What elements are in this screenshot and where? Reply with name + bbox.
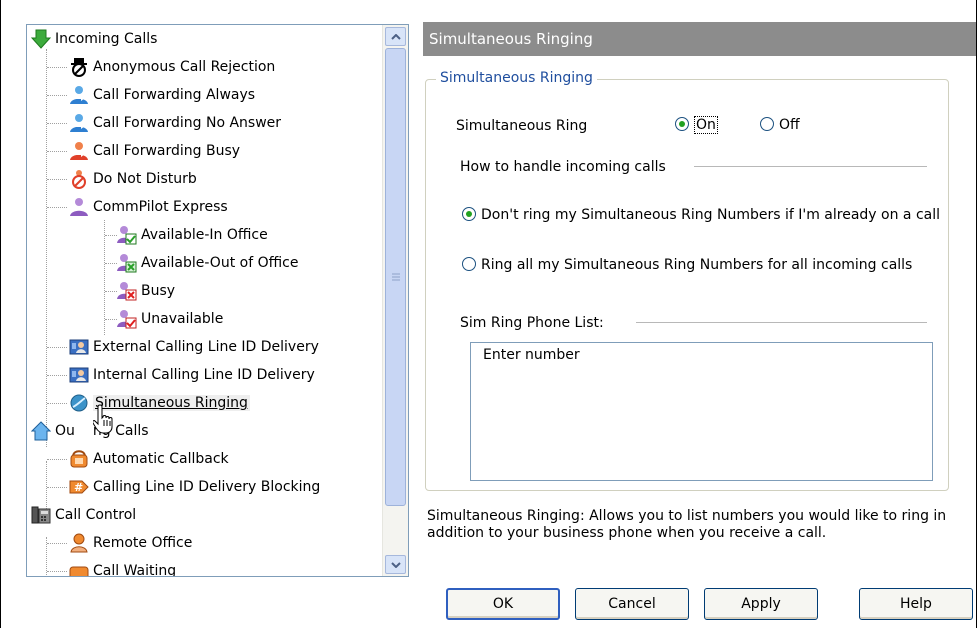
radio-off-icon bbox=[760, 117, 774, 131]
profile-check-icon bbox=[117, 225, 137, 245]
call-waiting-icon bbox=[69, 561, 89, 576]
tree-item-label: Available-Out of Office bbox=[141, 255, 299, 271]
tree-content: Incoming Calls Anonymous Call Rejection … bbox=[27, 25, 382, 576]
callback-phone-icon bbox=[69, 449, 89, 469]
help-button[interactable]: Help bbox=[859, 588, 973, 620]
group-title: Simultaneous Ringing bbox=[436, 70, 597, 86]
tree-item-call-forwarding-always[interactable]: Call Forwarding Always bbox=[47, 82, 256, 108]
tree-scrollbar[interactable] bbox=[382, 25, 408, 576]
svg-text:#: # bbox=[74, 481, 83, 494]
tree-item-do-not-disturb[interactable]: Do Not Disturb bbox=[47, 166, 197, 192]
tree-item-label: CommPilot Express bbox=[93, 199, 228, 215]
tree-item-call-waiting[interactable]: Call Waiting bbox=[47, 558, 177, 576]
tree-item-available-out-of-office[interactable]: Available-Out of Office bbox=[101, 250, 298, 276]
profile-out-icon bbox=[117, 253, 137, 273]
handle-calls-label: How to handle incoming calls bbox=[460, 159, 666, 175]
tree-item-outgoing-calls[interactable]: Ou ng Calls bbox=[30, 418, 149, 444]
hash-block-icon: # bbox=[69, 477, 89, 497]
tree-item-label: Busy bbox=[141, 283, 176, 299]
tree-item-label: Automatic Callback bbox=[93, 451, 229, 467]
do-not-disturb-icon bbox=[69, 169, 89, 189]
tree-item-label: Call Forwarding Always bbox=[93, 87, 256, 103]
panel-header: Simultaneous Ringing bbox=[423, 22, 976, 56]
desk-phone-icon bbox=[31, 505, 51, 525]
tree-item-label: Incoming Calls bbox=[55, 31, 158, 47]
remote-office-icon bbox=[69, 533, 89, 553]
apply-button[interactable]: Apply bbox=[704, 588, 818, 620]
blue-house-icon bbox=[30, 421, 52, 441]
profile-unavailable-icon bbox=[117, 309, 137, 329]
radio-on-icon bbox=[675, 117, 689, 131]
tree-item-automatic-callback[interactable]: Automatic Callback bbox=[47, 446, 229, 472]
phone-list-textarea[interactable]: Enter number bbox=[470, 342, 933, 481]
tree-item-label: Call Forwarding No Answer bbox=[93, 115, 282, 131]
separator-line bbox=[636, 322, 927, 323]
user-purple-icon bbox=[69, 197, 89, 217]
option-ring-all-radio[interactable]: Ring all my Simultaneous Ring Numbers fo… bbox=[462, 257, 912, 273]
user-busy-icon bbox=[69, 141, 89, 161]
hand-cursor-icon bbox=[92, 403, 117, 439]
phone-list-text: Enter number bbox=[483, 347, 580, 363]
tree-item-external-clid-delivery[interactable]: External Calling Line ID Delivery bbox=[47, 334, 319, 360]
option-no-ring-radio[interactable]: Don't ring my Simultaneous Ring Numbers … bbox=[462, 207, 940, 223]
user-forward-icon bbox=[69, 85, 89, 105]
ok-button[interactable]: OK bbox=[446, 588, 560, 620]
tree-item-busy[interactable]: Busy bbox=[101, 278, 175, 304]
tree-item-unavailable[interactable]: Unavailable bbox=[101, 306, 223, 332]
tree-item-label: Unavailable bbox=[141, 311, 224, 327]
tree-item-label: Remote Office bbox=[93, 535, 193, 551]
tree-item-label: Do Not Disturb bbox=[93, 171, 197, 187]
scroll-thumb[interactable] bbox=[385, 48, 406, 506]
user-forward-icon bbox=[69, 113, 89, 133]
globe-icon bbox=[69, 393, 89, 413]
sim-ring-label: Simultaneous Ring bbox=[456, 118, 588, 134]
cancel-button[interactable]: Cancel bbox=[575, 588, 689, 620]
phone-list-label: Sim Ring Phone List: bbox=[460, 315, 604, 331]
tree-item-label: Call Control bbox=[55, 507, 137, 523]
tree-item-call-forwarding-busy[interactable]: Call Forwarding Busy bbox=[47, 138, 241, 164]
chevron-down-icon bbox=[390, 561, 401, 568]
sim-ring-off-radio[interactable]: Off bbox=[760, 117, 800, 133]
tree-item-commpilot-express[interactable]: CommPilot Express bbox=[47, 194, 228, 220]
tree-item-label: External Calling Line ID Delivery bbox=[93, 339, 319, 355]
separator-line bbox=[694, 166, 927, 167]
radio-unselected-icon bbox=[462, 257, 476, 271]
id-card-icon bbox=[69, 365, 89, 385]
chevron-up-icon bbox=[390, 33, 401, 40]
tree-item-label: Anonymous Call Rejection bbox=[93, 59, 276, 75]
tree-line bbox=[46, 49, 47, 447]
scroll-down-button[interactable] bbox=[385, 555, 406, 574]
tree-item-internal-clid-delivery[interactable]: Internal Calling Line ID Delivery bbox=[47, 362, 315, 388]
tree-item-incoming-calls[interactable]: Incoming Calls bbox=[30, 26, 158, 52]
tree-item-remote-office[interactable]: Remote Office bbox=[47, 530, 193, 556]
description-text: Simultaneous Ringing: Allows you to list… bbox=[427, 508, 947, 541]
grip-icon bbox=[391, 273, 400, 281]
radio-selected-icon bbox=[462, 207, 476, 221]
green-down-arrow-icon bbox=[30, 29, 52, 49]
tree-item-call-forwarding-no-answer[interactable]: Call Forwarding No Answer bbox=[47, 110, 282, 136]
tree-item-label: Calling Line ID Delivery Blocking bbox=[93, 479, 321, 495]
id-card-icon bbox=[69, 337, 89, 357]
tree-item-label: Internal Calling Line ID Delivery bbox=[93, 367, 315, 383]
tree-item-call-control[interactable]: Call Control bbox=[31, 502, 136, 528]
anonymous-icon bbox=[69, 57, 89, 77]
scroll-up-button[interactable] bbox=[385, 27, 406, 46]
tree-item-available-in-office[interactable]: Available-In Office bbox=[101, 222, 268, 248]
sim-ring-on-radio[interactable]: On bbox=[675, 116, 718, 134]
tree-item-label: Call Forwarding Busy bbox=[93, 143, 241, 159]
tree-item-clid-delivery-blocking[interactable]: # Calling Line ID Delivery Blocking bbox=[47, 474, 321, 500]
tree-item-label: Call Waiting bbox=[93, 563, 177, 576]
feature-tree: Incoming Calls Anonymous Call Rejection … bbox=[26, 24, 409, 577]
tree-item-anonymous-call-rejection[interactable]: Anonymous Call Rejection bbox=[47, 54, 276, 80]
tree-item-label: Available-In Office bbox=[141, 227, 268, 243]
profile-busy-icon bbox=[117, 281, 137, 301]
